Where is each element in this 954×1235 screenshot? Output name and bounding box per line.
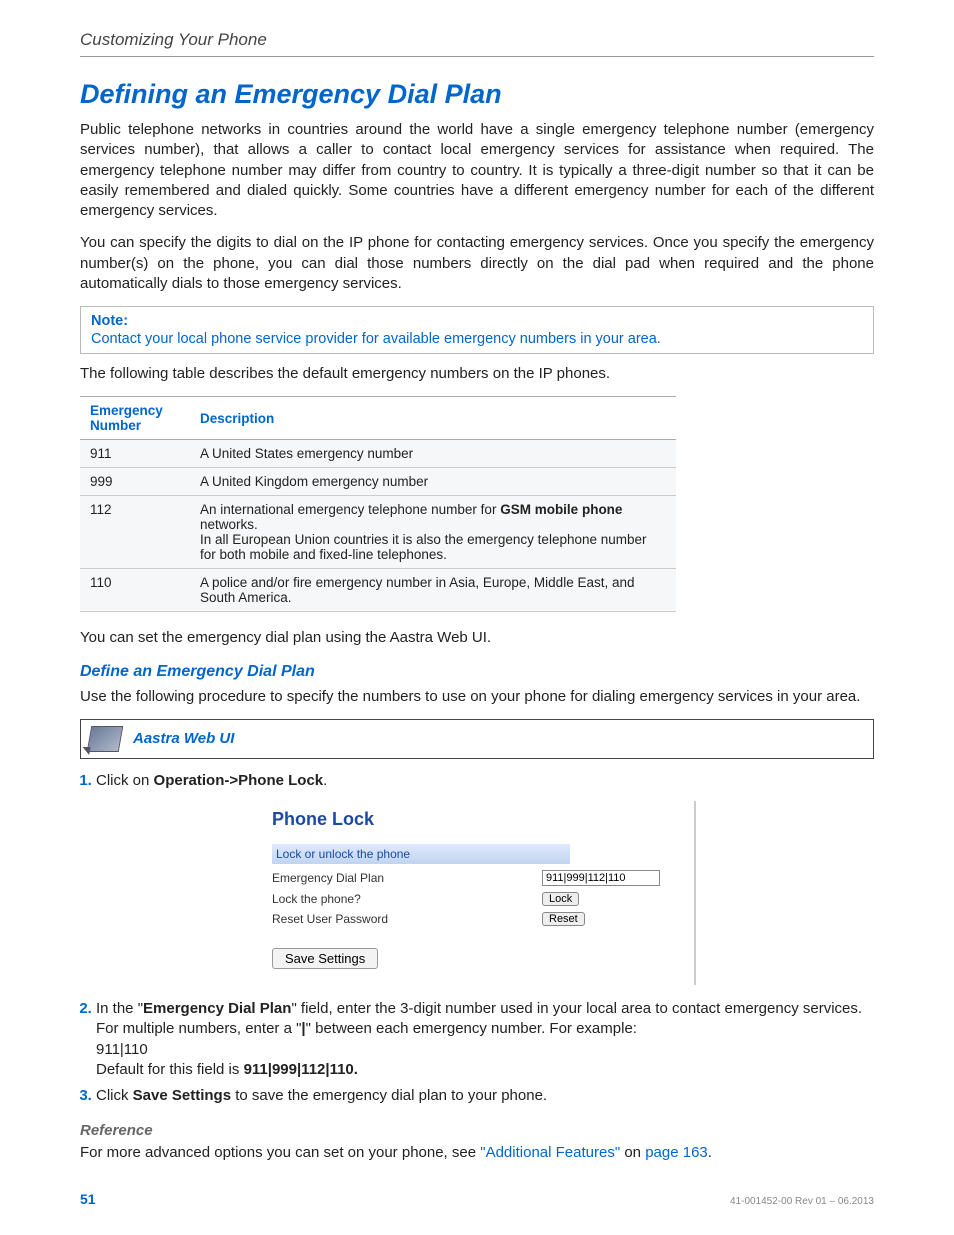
link-page-163[interactable]: page 163 <box>645 1144 708 1161</box>
row-emergency-dial-plan: Emergency Dial Plan <box>272 870 682 886</box>
cell-description: An international emergency telephone num… <box>190 496 676 569</box>
table-intro: The following table describes the defaul… <box>80 364 874 384</box>
reference-paragraph: For more advanced options you can set on… <box>80 1143 874 1163</box>
table-row: 112 An international emergency telephone… <box>80 496 676 569</box>
label-emergency-dial-plan: Emergency Dial Plan <box>272 871 542 885</box>
webui-label: Aastra Web UI <box>133 730 234 747</box>
page-number: 51 <box>80 1191 96 1207</box>
reset-button[interactable]: Reset <box>542 912 585 926</box>
step-3: Click Save Settings to save the emergenc… <box>96 1086 874 1106</box>
webui-banner: Aastra Web UI <box>80 719 874 759</box>
table-row: 911 A United States emergency number <box>80 440 676 468</box>
screenshot-section-header: Lock or unlock the phone <box>272 844 570 864</box>
procedure-intro: Use the following procedure to specify t… <box>80 687 874 707</box>
step-1: Click on Operation->Phone Lock. <box>96 771 874 791</box>
intro-paragraph-1: Public telephone networks in countries a… <box>80 120 874 221</box>
cell-number: 911 <box>80 440 190 468</box>
table-row: 110 A police and/or fire emergency numbe… <box>80 569 676 612</box>
note-box: Note: Contact your local phone service p… <box>80 306 874 354</box>
input-emergency-dial-plan[interactable] <box>542 870 660 886</box>
row-lock-phone: Lock the phone? Lock <box>272 892 682 906</box>
cell-number: 112 <box>80 496 190 569</box>
col-header-number: Emergency Number <box>80 397 190 440</box>
revision-info: 41-001452-00 Rev 01 – 06.2013 <box>730 1196 874 1207</box>
cell-number: 110 <box>80 569 190 612</box>
subheading-define: Define an Emergency Dial Plan <box>80 663 874 681</box>
label-lock-phone: Lock the phone? <box>272 892 542 906</box>
phone-lock-screenshot: Phone Lock Lock or unlock the phone Emer… <box>260 801 696 985</box>
table-row: 999 A United Kingdom emergency number <box>80 468 676 496</box>
page-footer: 51 41-001452-00 Rev 01 – 06.2013 <box>80 1191 874 1207</box>
note-label: Note: <box>91 313 863 329</box>
cell-description: A United States emergency number <box>190 440 676 468</box>
reference-heading: Reference <box>80 1122 874 1139</box>
webui-icon <box>87 726 124 752</box>
link-additional-features[interactable]: "Additional Features" <box>480 1144 620 1161</box>
screenshot-title: Phone Lock <box>272 809 682 830</box>
webui-intro: You can set the emergency dial plan usin… <box>80 628 874 648</box>
save-settings-button[interactable]: Save Settings <box>272 948 378 969</box>
emergency-numbers-table: Emergency Number Description 911 A Unite… <box>80 396 676 612</box>
procedure-steps: Click on Operation->Phone Lock. <box>80 771 874 791</box>
cell-description: A United Kingdom emergency number <box>190 468 676 496</box>
cell-description: A police and/or fire emergency number in… <box>190 569 676 612</box>
procedure-steps-cont: In the "Emergency Dial Plan" field, ente… <box>80 999 874 1106</box>
lock-button[interactable]: Lock <box>542 892 579 906</box>
running-header: Customizing Your Phone <box>80 30 874 57</box>
col-header-description: Description <box>190 397 676 440</box>
page-title: Defining an Emergency Dial Plan <box>80 79 874 110</box>
note-text: Contact your local phone service provide… <box>91 331 661 347</box>
row-reset-password: Reset User Password Reset <box>272 912 682 926</box>
label-reset-password: Reset User Password <box>272 912 542 926</box>
cell-number: 999 <box>80 468 190 496</box>
step-2: In the "Emergency Dial Plan" field, ente… <box>96 999 874 1080</box>
intro-paragraph-2: You can specify the digits to dial on th… <box>80 233 874 294</box>
document-page: Customizing Your Phone Defining an Emerg… <box>0 0 954 1235</box>
